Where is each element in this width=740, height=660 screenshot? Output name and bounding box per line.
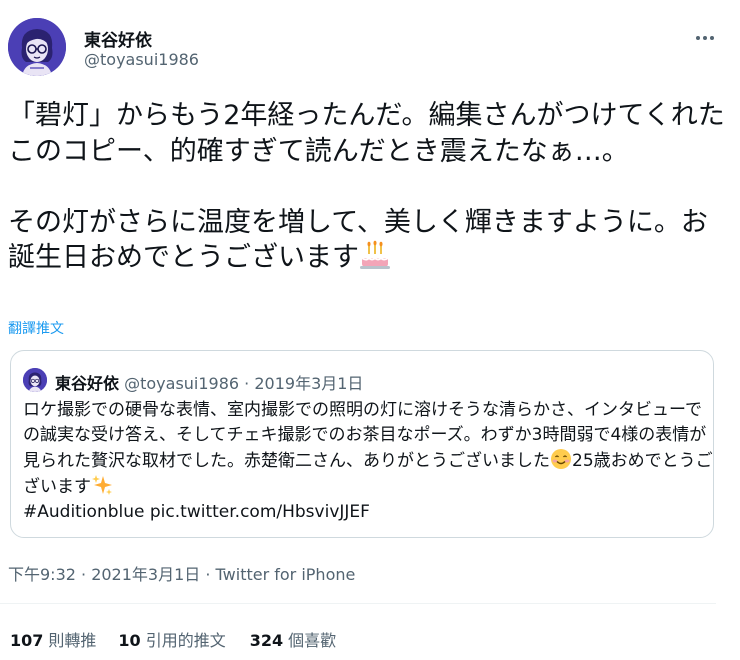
likes-count: 324: [249, 631, 284, 650]
quoted-tweet-card[interactable]: 東谷好依 @toyasui1986 · 2019年3月1日 ロケ撮影での硬骨な表…: [10, 350, 714, 538]
quoted-hashtag[interactable]: #Auditionblue: [23, 502, 144, 522]
author-handle[interactable]: @toyasui1986: [84, 50, 199, 69]
sparkles-emoji-icon: [92, 475, 112, 495]
likes-label: 個喜歡: [288, 631, 337, 650]
quoted-tweet-text: ロケ撮影での硬骨な表情、室内撮影での照明の灯に溶けそうな清らかさ、インタビューで…: [23, 398, 713, 525]
translate-tweet-link[interactable]: 翻譯推文: [8, 318, 64, 338]
divider: [0, 603, 716, 604]
quoted-author-avatar: [23, 368, 47, 392]
quotes-count: 10: [118, 631, 141, 650]
author-avatar[interactable]: [8, 18, 66, 76]
tweet-stats: 107 則轉推 10 引用的推文 324 個喜歡: [10, 627, 336, 651]
avatar-illustration-icon: [8, 18, 66, 76]
tweet-body: 「碧灯」からもう2年経ったんだ。編集さんがつけてくれたこのコピー、的確すぎて読ん…: [8, 98, 728, 276]
author-name[interactable]: 東谷好依: [84, 26, 152, 51]
quoted-handle-date: @toyasui1986 · 2019年3月1日: [124, 374, 364, 393]
quoted-author-name: 東谷好依: [55, 374, 120, 393]
tweet-time-date[interactable]: 下午9:32 · 2021年3月1日 ·: [8, 565, 216, 584]
quotes-stat[interactable]: 10 引用的推文: [118, 627, 225, 651]
quoted-media-link[interactable]: pic.twitter.com/HbsvivJJEF: [150, 502, 370, 522]
smiling-face-emoji-icon: [551, 449, 571, 469]
quotes-label: 引用的推文: [145, 631, 226, 650]
avatar-illustration-icon: [23, 368, 47, 392]
tweet-header: 東谷好依 @toyasui1986: [0, 0, 740, 90]
more-horizontal-icon[interactable]: [690, 28, 720, 48]
quoted-tweet-header: 東谷好依 @toyasui1986 · 2019年3月1日: [55, 370, 363, 394]
likes-stat[interactable]: 324 個喜歡: [250, 627, 336, 651]
retweets-label: 則轉推: [48, 631, 97, 650]
tweet-timestamp: 下午9:32 · 2021年3月1日 · Twitter for iPhone: [8, 561, 355, 585]
birthday-cake-emoji-icon: [360, 240, 390, 269]
tweet-source[interactable]: Twitter for iPhone: [216, 565, 356, 584]
retweets-count: 107: [10, 631, 44, 650]
retweets-stat[interactable]: 107 則轉推: [10, 627, 96, 651]
